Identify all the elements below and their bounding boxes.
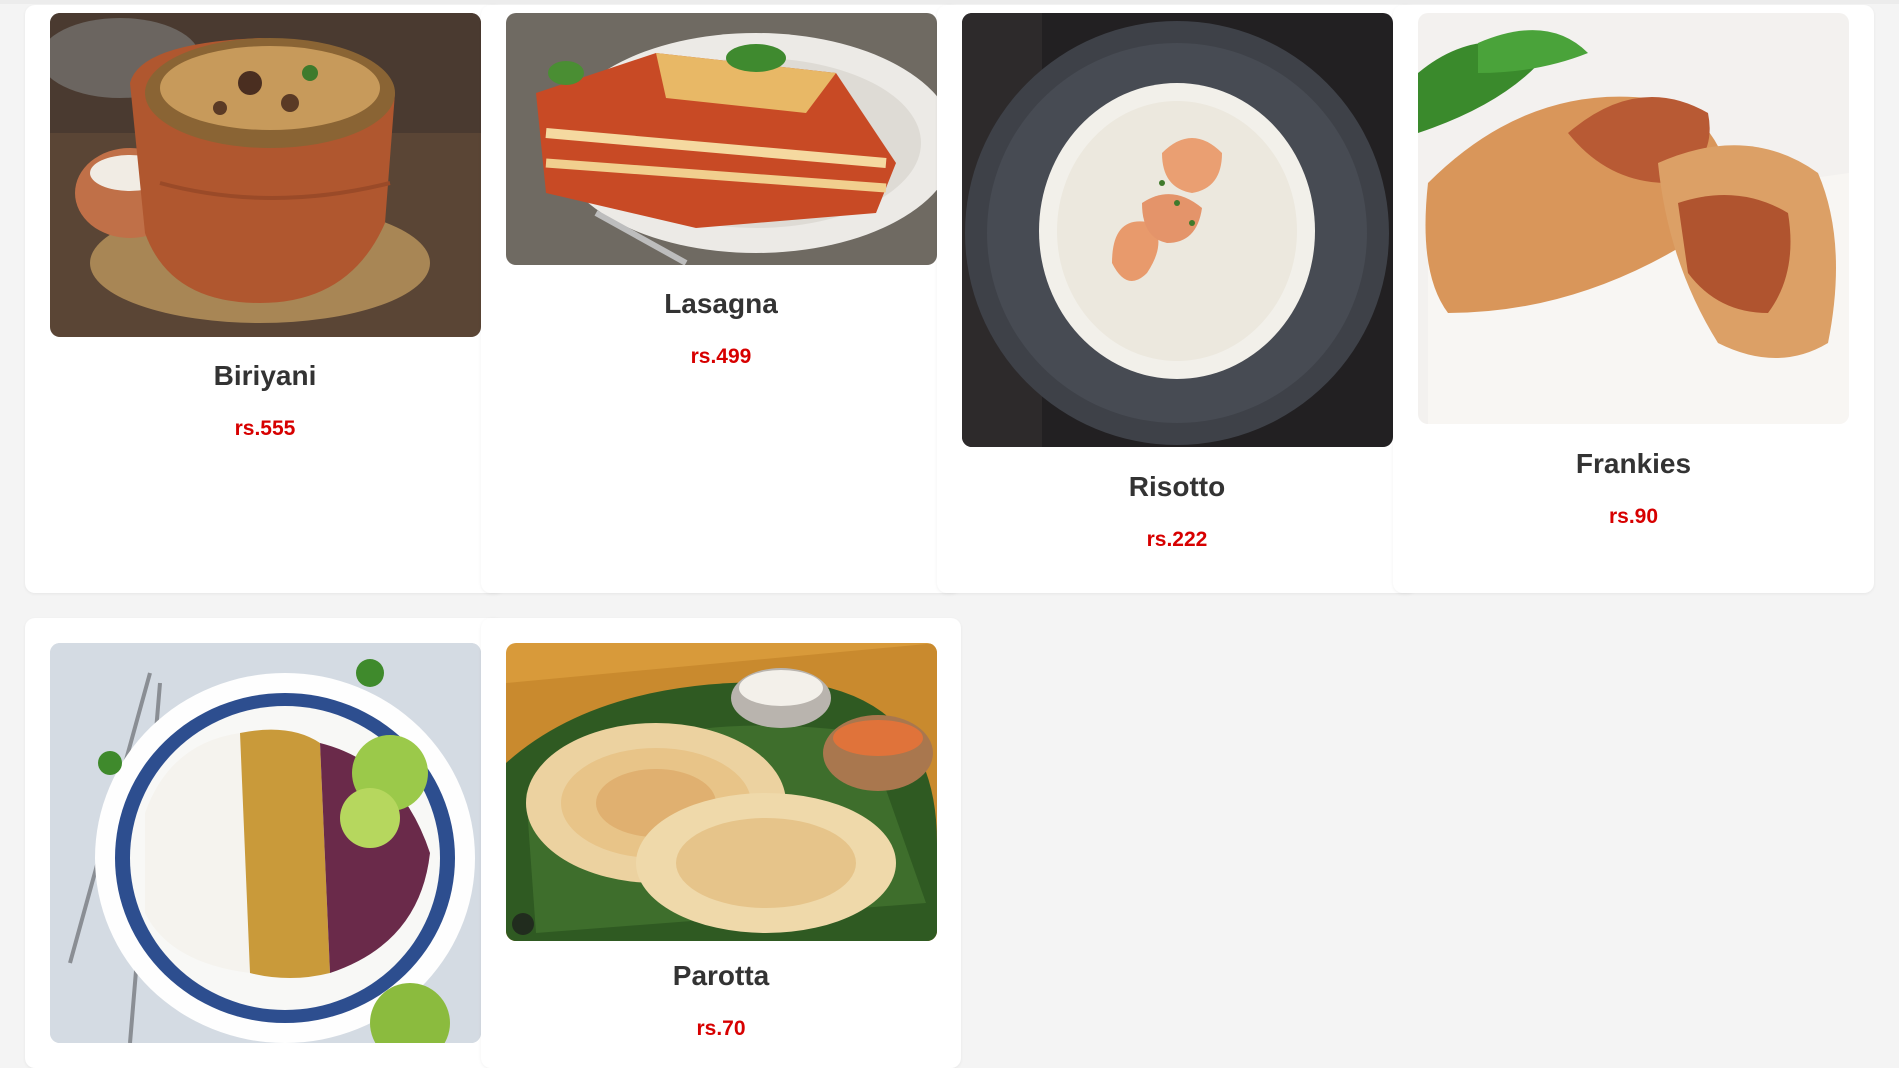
menu-card-lasagna[interactable]: Lasagna rs.499 — [481, 5, 961, 593]
salad-bowl-image — [50, 643, 481, 1043]
item-name: Frankies — [1575, 448, 1692, 479]
parotta-image — [506, 643, 937, 941]
menu-card-frankies[interactable]: Frankies rs.90 — [1393, 5, 1874, 593]
item-name: Risotto — [1128, 471, 1226, 502]
item-name: Lasagna — [664, 288, 778, 319]
menu-card-salad-bowl[interactable] — [25, 618, 505, 1068]
menu-card-parotta[interactable]: Parotta rs.70 — [481, 618, 961, 1068]
item-price: rs.555 — [234, 417, 296, 440]
item-price: rs.90 — [1608, 505, 1659, 528]
risotto-image — [962, 13, 1393, 447]
item-price: rs.222 — [1146, 528, 1208, 551]
item-price: rs.499 — [690, 345, 752, 368]
lasagna-image — [506, 13, 937, 265]
frankies-image — [1418, 13, 1849, 424]
biriyani-image — [50, 13, 481, 337]
top-divider — [0, 0, 1899, 4]
item-name: Biriyani — [213, 360, 317, 391]
menu-card-risotto[interactable]: Risotto rs.222 — [937, 5, 1417, 593]
item-price: rs.70 — [696, 1017, 746, 1040]
menu-card-biriyani[interactable]: Biriyani rs.555 — [25, 5, 505, 593]
item-name: Parotta — [672, 960, 770, 991]
lens-icon[interactable] — [512, 913, 534, 935]
